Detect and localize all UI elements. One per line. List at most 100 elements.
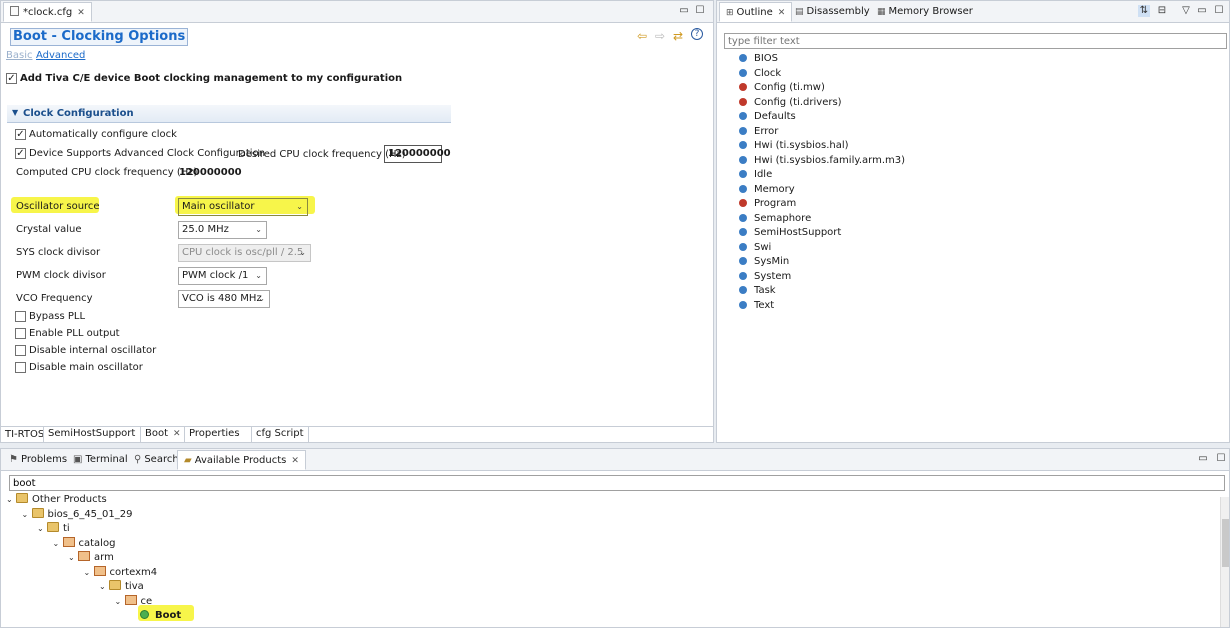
module-dot-icon [739,97,747,106]
outline-item[interactable]: Error [739,125,778,139]
outline-item[interactable]: Semaphore [739,212,811,226]
mode-advanced-link[interactable]: Advanced [36,50,85,61]
close-icon[interactable]: ✕ [77,8,85,18]
outline-item[interactable]: Defaults [739,110,796,124]
close-icon[interactable]: ✕ [778,8,786,18]
osc-source-select[interactable]: Main oscillator ⌄ [178,198,308,216]
desired-freq-input[interactable]: 120000000 [384,145,451,163]
bypass-pll-checkbox[interactable] [15,311,26,322]
tree-item[interactable]: ⌄ Other Products [6,493,107,507]
maximize-icon[interactable]: ☐ [1215,453,1227,465]
forward-arrow-icon[interactable]: ⇨ [655,29,665,43]
add-config-checkbox[interactable]: ✓ [6,73,17,84]
module-dot-icon [739,199,747,207]
folder-icon [16,493,28,503]
outline-item[interactable]: Config (ti.drivers) [739,96,842,110]
mode-basic-link[interactable]: Basic [6,50,32,61]
crystal-select[interactable]: 25.0 MHz ⌄ [178,221,267,239]
maximize-icon[interactable]: ☐ [1213,5,1225,17]
outline-item[interactable]: SysMin [739,255,789,269]
outline-item[interactable]: Clock [739,67,781,81]
disable-internal-checkbox[interactable] [15,345,26,356]
outline-filter-input[interactable] [724,33,1227,49]
minimize-icon[interactable]: ▭ [678,5,690,17]
enable-pll-checkbox[interactable] [15,328,26,339]
scrollbar-thumb[interactable] [1222,519,1229,567]
sync-icon[interactable]: ⇄ [673,29,683,43]
chevron-down-icon[interactable]: ⌄ [22,508,32,522]
outline-item[interactable]: Idle [739,168,772,182]
tree-item[interactable]: ⌄ bios_6_45_01_29 [22,507,133,522]
tab-problems[interactable]: ⚑ Problems [3,450,73,470]
outline-item-label: Error [754,125,779,137]
advanced-clock-checkbox[interactable]: ✓ [15,148,26,159]
chevron-down-icon[interactable]: ⌄ [84,566,94,580]
editor-bottom-tabbar: TI-RTOS SemiHostSupport Boot ✕ Properties… [1,426,713,442]
collapse-all-icon[interactable]: ⊟ [1156,5,1168,17]
tab-semihostsupport[interactable]: SemiHostSupport [43,427,139,442]
tree-item[interactable]: Boot [140,609,181,623]
help-icon[interactable]: ? [691,28,703,40]
outline-item[interactable]: Hwi (ti.sysbios.hal) [739,139,849,153]
tab-cfg-script[interactable]: cfg Script [251,427,309,442]
package-icon [93,565,106,576]
tab-available-products[interactable]: ▰ Available Products ✕ [177,450,306,470]
tab-boot[interactable]: Boot ✕ [140,427,185,442]
minimize-icon[interactable]: ▭ [1196,5,1208,17]
scrollbar[interactable] [1220,497,1229,627]
outline-item[interactable]: Config (ti.mw) [739,81,825,95]
section-header-clock-config[interactable]: ▼ Clock Configuration [7,105,451,123]
add-config-label: Add Tiva C/E device Boot clocking manage… [20,73,403,84]
chevron-down-icon[interactable]: ⌄ [37,522,47,536]
outline-item-label: Semaphore [754,212,812,224]
pwm-div-select[interactable]: PWM clock /1 ⌄ [178,267,267,285]
tree-item[interactable]: ⌄ tiva [99,580,144,594]
outline-item[interactable]: Task [739,284,776,298]
view-menu-icon[interactable]: ▽ [1180,5,1192,17]
tab-clock-cfg[interactable]: *clock.cfg ✕ [3,2,92,22]
tab-properties[interactable]: Properties [184,427,244,442]
outline-item[interactable]: Text [739,299,774,313]
chevron-down-icon[interactable]: ⌄ [99,580,109,594]
chevron-down-icon[interactable]: ⌄ [53,537,63,551]
outline-item[interactable]: Hwi (ti.sysbios.family.arm.m3) [739,154,905,168]
outline-item[interactable]: Memory [739,183,795,197]
outline-item-label: Task [754,285,776,296]
outline-item[interactable]: System [739,270,791,284]
outline-item[interactable]: BIOS [739,52,778,66]
tab-memory-browser[interactable]: ▦ Memory Browser [871,2,979,22]
package-icon [78,551,90,561]
tab-outline[interactable]: ⊞ Outline ✕ [719,2,793,22]
minimize-icon[interactable]: ▭ [1197,453,1209,465]
outline-item[interactable]: Program [739,197,796,211]
chevron-down-icon[interactable]: ⌄ [115,595,125,609]
tree-item[interactable]: ⌄ ce [115,594,152,609]
tab-terminal[interactable]: ▣ Terminal [67,450,134,470]
sort-icon[interactable]: ⇅ [1138,5,1150,17]
tree-item[interactable]: ⌄ cortexm4 [84,565,157,580]
outline-item[interactable]: Swi [739,241,771,255]
advanced-clock-label: Device Supports Advanced Clock Configura… [29,148,266,159]
auto-config-checkbox[interactable]: ✓ [15,129,26,140]
chevron-down-icon[interactable]: ⌄ [6,493,16,507]
vco-select[interactable]: VCO is 480 MHz ⌄ [178,290,270,308]
products-search-input[interactable] [9,475,1225,491]
tree-item[interactable]: ⌄ arm [68,551,114,565]
tree-item[interactable]: ⌄ ti [37,522,70,536]
close-icon[interactable]: ✕ [173,429,181,439]
outline-item-label: Config (ti.mw) [754,82,825,93]
problems-icon: ⚑ [9,454,18,465]
outline-item[interactable]: SemiHostSupport [739,226,841,240]
maximize-icon[interactable]: ☐ [694,5,706,17]
bypass-pll-label: Bypass PLL [29,311,86,322]
disable-main-checkbox[interactable] [15,362,26,373]
memory-icon: ▦ [877,7,886,17]
outline-item-label: SemiHostSupport [754,227,842,238]
tab-disassembly[interactable]: ▤ Disassembly [789,2,876,22]
outline-item-label: Config (ti.drivers) [754,96,842,108]
tree-item[interactable]: ⌄ catalog [53,536,115,551]
back-arrow-icon[interactable]: ⇦ [637,29,647,43]
chevron-down-icon[interactable]: ⌄ [68,551,78,565]
close-icon[interactable]: ✕ [291,456,299,466]
tab-ti-rtos[interactable]: TI-RTOS [5,429,44,440]
